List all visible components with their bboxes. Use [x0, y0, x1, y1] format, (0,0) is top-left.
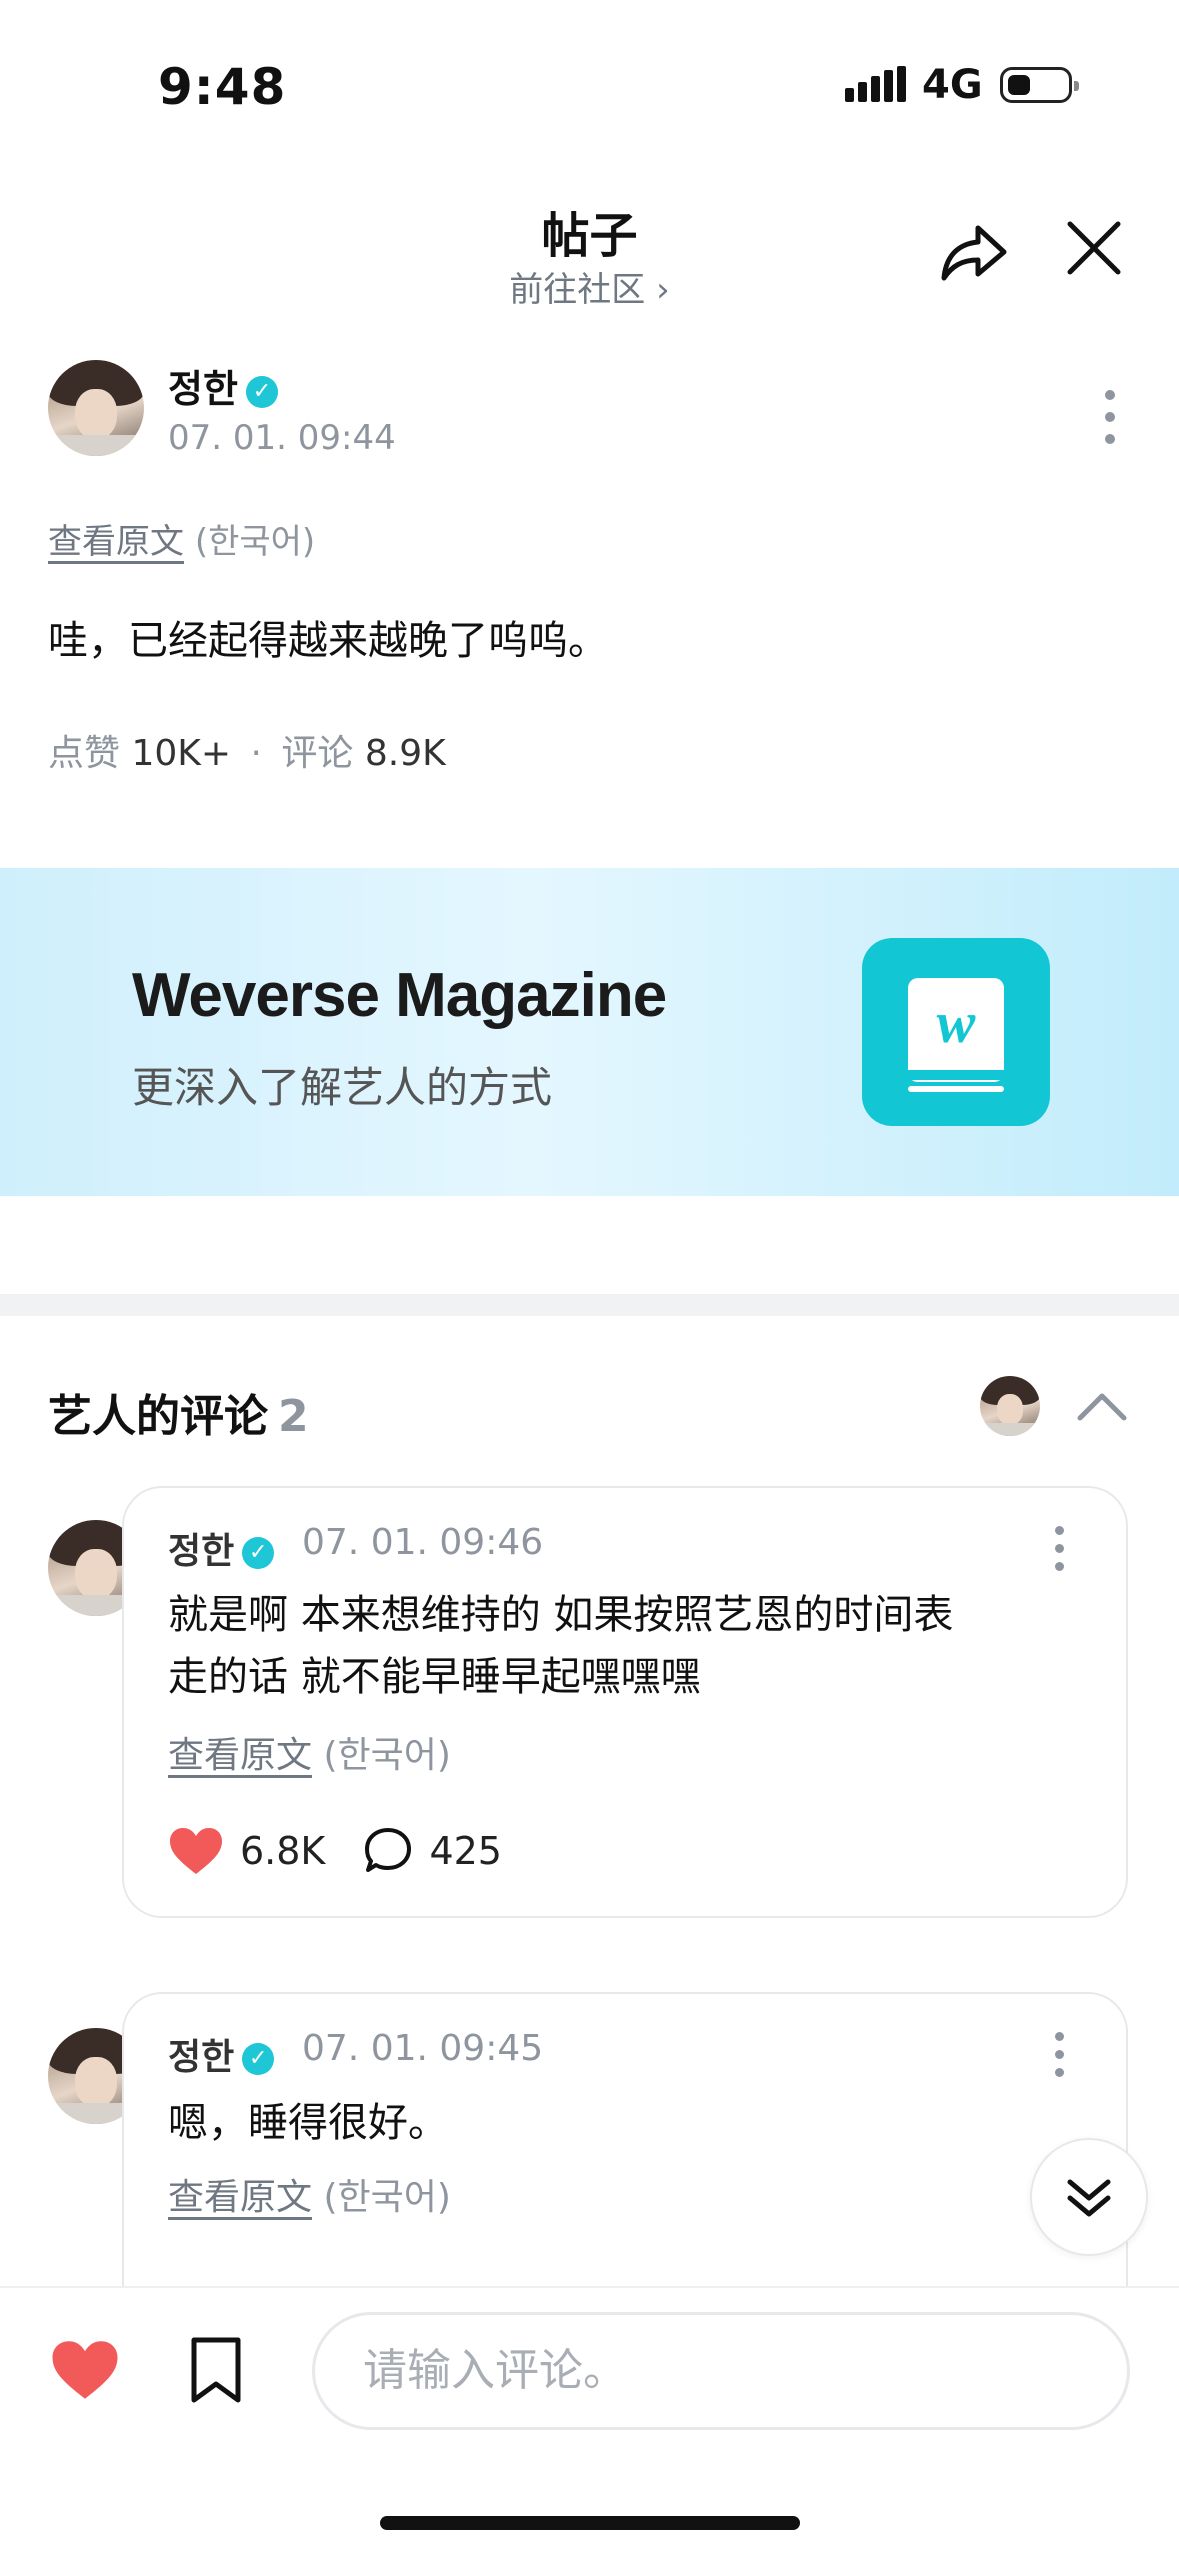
comment-count: 2 [278, 1391, 309, 1442]
author-name: 정한 [168, 1531, 235, 1572]
comment-author[interactable]: 정한 ✓ [168, 2028, 275, 2080]
view-original-link[interactable]: 查看原文 [48, 522, 184, 562]
author-name: 정한 [168, 367, 238, 411]
original-language: (한국어) [194, 522, 316, 562]
avatar[interactable] [980, 1376, 1040, 1436]
view-original-link[interactable]: 查看原文 [168, 1735, 312, 1776]
heart-icon [52, 2341, 118, 2399]
share-button[interactable] [938, 216, 1010, 288]
like-post-button[interactable] [50, 2338, 120, 2402]
more-options-button[interactable] [1100, 388, 1120, 448]
home-indicator [380, 2516, 800, 2530]
like-count: 6.8K [240, 1829, 326, 1873]
bookmark-button[interactable] [186, 2336, 246, 2406]
magazine-logo-icon: w [862, 938, 1050, 1126]
verified-badge-icon: ✓ [242, 1537, 275, 1569]
banner-subtitle: 更深入了解艺人的方式 [132, 1063, 553, 1112]
like-button[interactable]: 6.8K [168, 1826, 325, 1876]
avatar[interactable] [48, 360, 144, 456]
verified-badge-icon: ✓ [242, 2043, 275, 2075]
signal-icon [845, 66, 909, 110]
double-chevron-down-icon [1067, 2179, 1111, 2217]
separator: · [250, 733, 262, 774]
likes-label: 点赞 [48, 733, 121, 774]
heart-icon [170, 1828, 222, 1874]
comments-label[interactable]: 评论 [281, 733, 353, 774]
reply-button[interactable]: 425 [363, 1826, 502, 1876]
section-divider [0, 1294, 1179, 1316]
comment-author[interactable]: 정한 ✓ [168, 1522, 275, 1574]
comment-body: 嗯，睡得很好。 [168, 2100, 448, 2146]
post-stats: 点赞 10K+ · 评论 8.9K [48, 724, 446, 776]
original-language: (한국어) [323, 2177, 451, 2218]
original-language: (한국어) [323, 1735, 451, 1776]
more-options-button[interactable] [1050, 2030, 1070, 2080]
likes-count: 10K+ [131, 733, 232, 774]
comment-bubble-icon [365, 1828, 412, 1872]
section-title: 艺人的评论 [48, 1391, 268, 1442]
post-body: 哇，已经起得越来越晚了呜呜。 [48, 618, 608, 664]
chevron-up-icon [1077, 1393, 1127, 1421]
logo-letter: w [937, 990, 976, 1055]
close-icon [1067, 221, 1121, 275]
status-time: 9:48 [158, 58, 287, 116]
comment-actions: 6.8K 425 [168, 1826, 502, 1885]
close-button[interactable] [1064, 218, 1124, 278]
bookmark-icon [191, 2337, 241, 2403]
author-name: 정한 [168, 2037, 235, 2078]
verified-badge-icon: ✓ [245, 375, 278, 408]
view-original: 查看原文 (한국어) [48, 514, 315, 563]
comments-count[interactable]: 8.9K [365, 733, 446, 774]
post-date: 07. 01. 09:44 [168, 418, 396, 458]
comment-date: 07. 01. 09:46 [302, 1522, 544, 1563]
more-options-button[interactable] [1050, 1524, 1070, 1574]
comment-date: 07. 01. 09:45 [302, 2028, 544, 2069]
reply-count: 425 [429, 1829, 502, 1873]
comment-line: 就是啊 本来想维持的 如果按照艺恩的时间表 [168, 1592, 954, 1638]
artist-comments-title: 艺人的评论 2 [48, 1380, 309, 1444]
comment-input[interactable]: 请输入评论。 [312, 2312, 1130, 2430]
view-original: 查看原文 (한국어) [168, 2168, 451, 2220]
view-original-link[interactable]: 查看原文 [168, 2177, 312, 2218]
collapse-button[interactable] [1076, 1386, 1128, 1426]
battery-icon [1000, 67, 1079, 103]
post-author[interactable]: 정한 ✓ [168, 358, 278, 413]
view-original: 查看原文 (한국어) [168, 1726, 451, 1778]
comment-line: 走的话 就不能早睡早起嘿嘿嘿 [168, 1654, 701, 1700]
network-type: 4G [922, 62, 983, 108]
comment-body: 就是啊 本来想维持的 如果按照艺恩的时间表 走的话 就不能早睡早起嘿嘿嘿 [168, 1584, 1088, 1708]
share-icon [941, 225, 1007, 281]
scroll-down-button[interactable] [1030, 2138, 1148, 2256]
banner-title: Weverse Magazine [132, 961, 667, 1030]
